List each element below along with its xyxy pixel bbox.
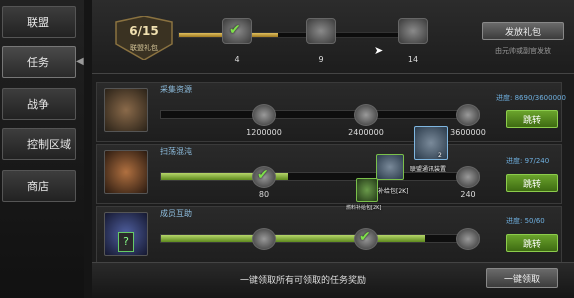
task-title: 采集资源 (160, 85, 192, 94)
sidebar-item-shop[interactable]: 商店 (2, 170, 76, 202)
supply-pack-item[interactable] (376, 154, 404, 180)
sidebar: 联盟 任务 ◀ 战争 控制区域 商店 (0, 0, 84, 298)
question-icon: ? (118, 232, 134, 252)
node-value: 240 (460, 190, 476, 199)
send-gift-button[interactable]: 发放礼包 (482, 22, 564, 40)
node-value: 1200000 (246, 128, 282, 137)
milestone-value: 9 (318, 55, 324, 64)
task-progress-track (160, 172, 480, 181)
task-progress-text: 进度: 97/240 (506, 157, 550, 165)
milestone-value: 4 (234, 55, 240, 64)
goto-button[interactable]: 跳转 (506, 174, 558, 192)
goto-button[interactable]: 跳转 (506, 234, 558, 252)
active-arrow-icon: ◀ (76, 56, 84, 67)
sidebar-item-alliance[interactable]: 联盟 (2, 6, 76, 38)
gift-label: 联盟礼包 (130, 44, 158, 52)
sidebar-item-label: 任务 (27, 56, 49, 69)
gift-badge[interactable]: 6/15 联盟礼包 (108, 15, 180, 61)
badge-emblem-icon (115, 15, 173, 61)
node-value: 3600000 (450, 128, 486, 137)
task-title: 成员互助 (160, 209, 192, 218)
sidebar-item-label: 控制区域 (27, 138, 71, 151)
gift-progress-track (178, 32, 428, 38)
reward-chest-icon[interactable] (456, 166, 480, 188)
task-progress-track (160, 110, 480, 119)
task-progress-fill (161, 235, 425, 242)
reward-chest-icon[interactable] (354, 104, 378, 126)
sidebar-item-tasks[interactable]: 任务 (2, 46, 76, 78)
task-progress-track (160, 234, 480, 243)
item-label: 联盟通讯装置 (410, 166, 447, 173)
reward-chest-icon[interactable] (456, 104, 480, 126)
check-icon: ✔ (257, 167, 269, 183)
item-label: 燃料补给包[2K] (346, 205, 382, 211)
reward-chest-icon[interactable] (456, 228, 480, 250)
sidebar-item-label: 联盟 (27, 16, 49, 29)
reward-chest-icon[interactable] (252, 228, 276, 250)
cursor-icon: ➤ (374, 44, 384, 57)
task-portrait-sweep (104, 150, 148, 194)
item-count: 2 (438, 152, 442, 159)
sidebar-item-label: 商店 (27, 180, 49, 193)
check-icon: ✔ (359, 229, 371, 245)
sidebar-item-control-zone[interactable]: 控制区域 (2, 128, 76, 160)
sidebar-item-label: 战争 (27, 98, 49, 111)
footer-text: 一键领取所有可领取的任务奖励 (240, 276, 367, 286)
send-gift-note: 由元帅或副官发放 (495, 47, 551, 55)
gift-count: 6/15 (129, 24, 159, 38)
comm-device-item[interactable] (414, 126, 448, 160)
node-value: 2400000 (348, 128, 384, 137)
task-progress-text: 进度: 8690/3600000 (496, 94, 566, 102)
task-portrait-gather (104, 88, 148, 132)
goto-button[interactable]: 跳转 (506, 110, 558, 128)
milestone-value: 14 (407, 55, 419, 64)
gift-chest-icon[interactable] (306, 18, 336, 44)
node-value: 80 (258, 190, 270, 199)
fuel-pack-item[interactable] (356, 178, 378, 202)
task-progress-text: 进度: 50/60 (506, 217, 545, 225)
claim-all-button[interactable]: 一键领取 (486, 268, 558, 288)
sidebar-item-war[interactable]: 战争 (2, 88, 76, 120)
check-icon: ✔ (229, 22, 241, 38)
task-title: 扫荡混沌 (160, 147, 192, 156)
gift-chest-icon[interactable] (398, 18, 428, 44)
reward-chest-icon[interactable] (252, 104, 276, 126)
